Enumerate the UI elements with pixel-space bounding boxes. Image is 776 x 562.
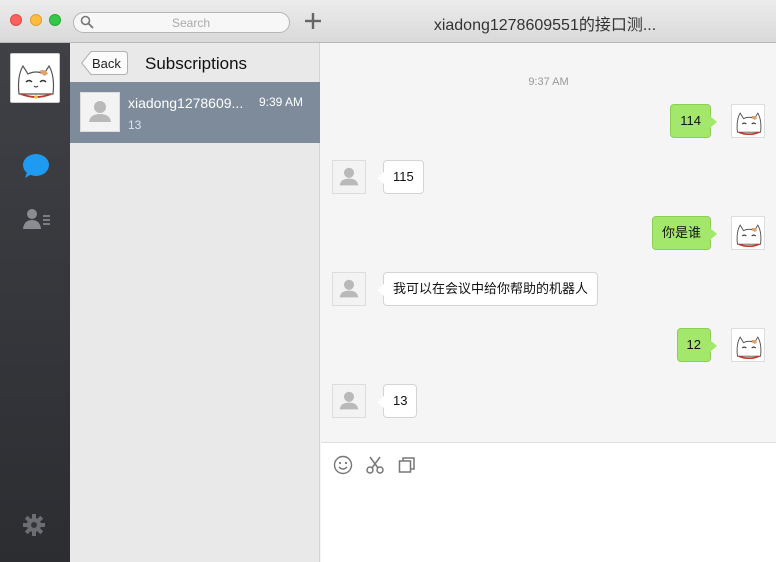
message-row: 114 [321, 104, 776, 138]
settings-icon[interactable] [22, 513, 46, 537]
message-row: 115 [321, 160, 776, 194]
user-avatar[interactable] [10, 53, 60, 103]
close-window-button[interactable] [10, 14, 22, 26]
add-icon[interactable] [302, 10, 324, 32]
incoming-bubble[interactable]: 我可以在会议中给你帮助的机器人 [376, 272, 599, 306]
chat-area: 9:37 AM 114 115 你是谁 我可以在会议中给你帮助的机器人 12 1… [321, 43, 776, 442]
self-avatar[interactable] [731, 216, 765, 250]
subscriptions-title: Subscriptions [145, 54, 248, 73]
subscription-preview: 13 [128, 118, 142, 132]
window-title: xiadong1278609551的接口测... [433, 17, 657, 34]
message-row: 12 [321, 328, 776, 362]
chat-icon[interactable] [22, 153, 50, 179]
scissors-icon[interactable] [365, 455, 385, 475]
cat-avatar-icon [11, 54, 59, 102]
search-box[interactable] [73, 12, 290, 33]
bot-avatar[interactable] [332, 272, 366, 306]
sidebar-rail [0, 43, 70, 562]
contacts-icon[interactable] [22, 207, 52, 231]
message-row: 你是谁 [321, 216, 776, 250]
default-avatar [80, 92, 120, 132]
cat-avatar-icon [736, 336, 762, 360]
screenshot-icon[interactable] [397, 455, 417, 475]
back-button[interactable]: Back [81, 51, 128, 75]
message-row: 我可以在会议中给你帮助的机器人 [321, 272, 776, 306]
self-avatar[interactable] [731, 104, 765, 138]
outgoing-bubble[interactable]: 114 [670, 104, 717, 138]
person-icon [339, 279, 359, 298]
search-input[interactable] [96, 13, 286, 32]
message-input[interactable] [331, 483, 766, 553]
subscriptions-panel: Back Subscriptions xiadong1278609... 9:3… [70, 43, 320, 562]
message-row: 13 [321, 384, 776, 418]
chat-timestamp: 9:37 AM [528, 76, 569, 88]
emoji-icon[interactable] [333, 455, 353, 475]
cat-avatar-icon [736, 224, 762, 248]
zoom-window-button[interactable] [49, 14, 61, 26]
subscription-item[interactable]: xiadong1278609... 9:39 AM 13 [70, 82, 320, 143]
message-composer [321, 442, 776, 562]
cat-avatar-icon [736, 112, 762, 136]
subscription-time: 9:39 AM [259, 95, 304, 109]
outgoing-bubble[interactable]: 12 [676, 328, 718, 362]
title-bar: xiadong1278609551的接口测... [0, 0, 776, 43]
back-button-label: Back [92, 56, 121, 71]
outgoing-bubble[interactable]: 你是谁 [651, 216, 718, 250]
incoming-bubble[interactable]: 115 [377, 160, 424, 194]
person-icon [339, 167, 359, 186]
search-icon [80, 15, 94, 29]
bot-avatar[interactable] [332, 160, 366, 194]
subscription-name: xiadong1278609... [128, 95, 244, 111]
minimize-window-button[interactable] [30, 14, 42, 26]
self-avatar[interactable] [731, 328, 765, 362]
bot-avatar[interactable] [332, 384, 366, 418]
person-icon [89, 101, 111, 122]
person-icon [339, 391, 359, 410]
incoming-bubble[interactable]: 13 [376, 384, 418, 418]
